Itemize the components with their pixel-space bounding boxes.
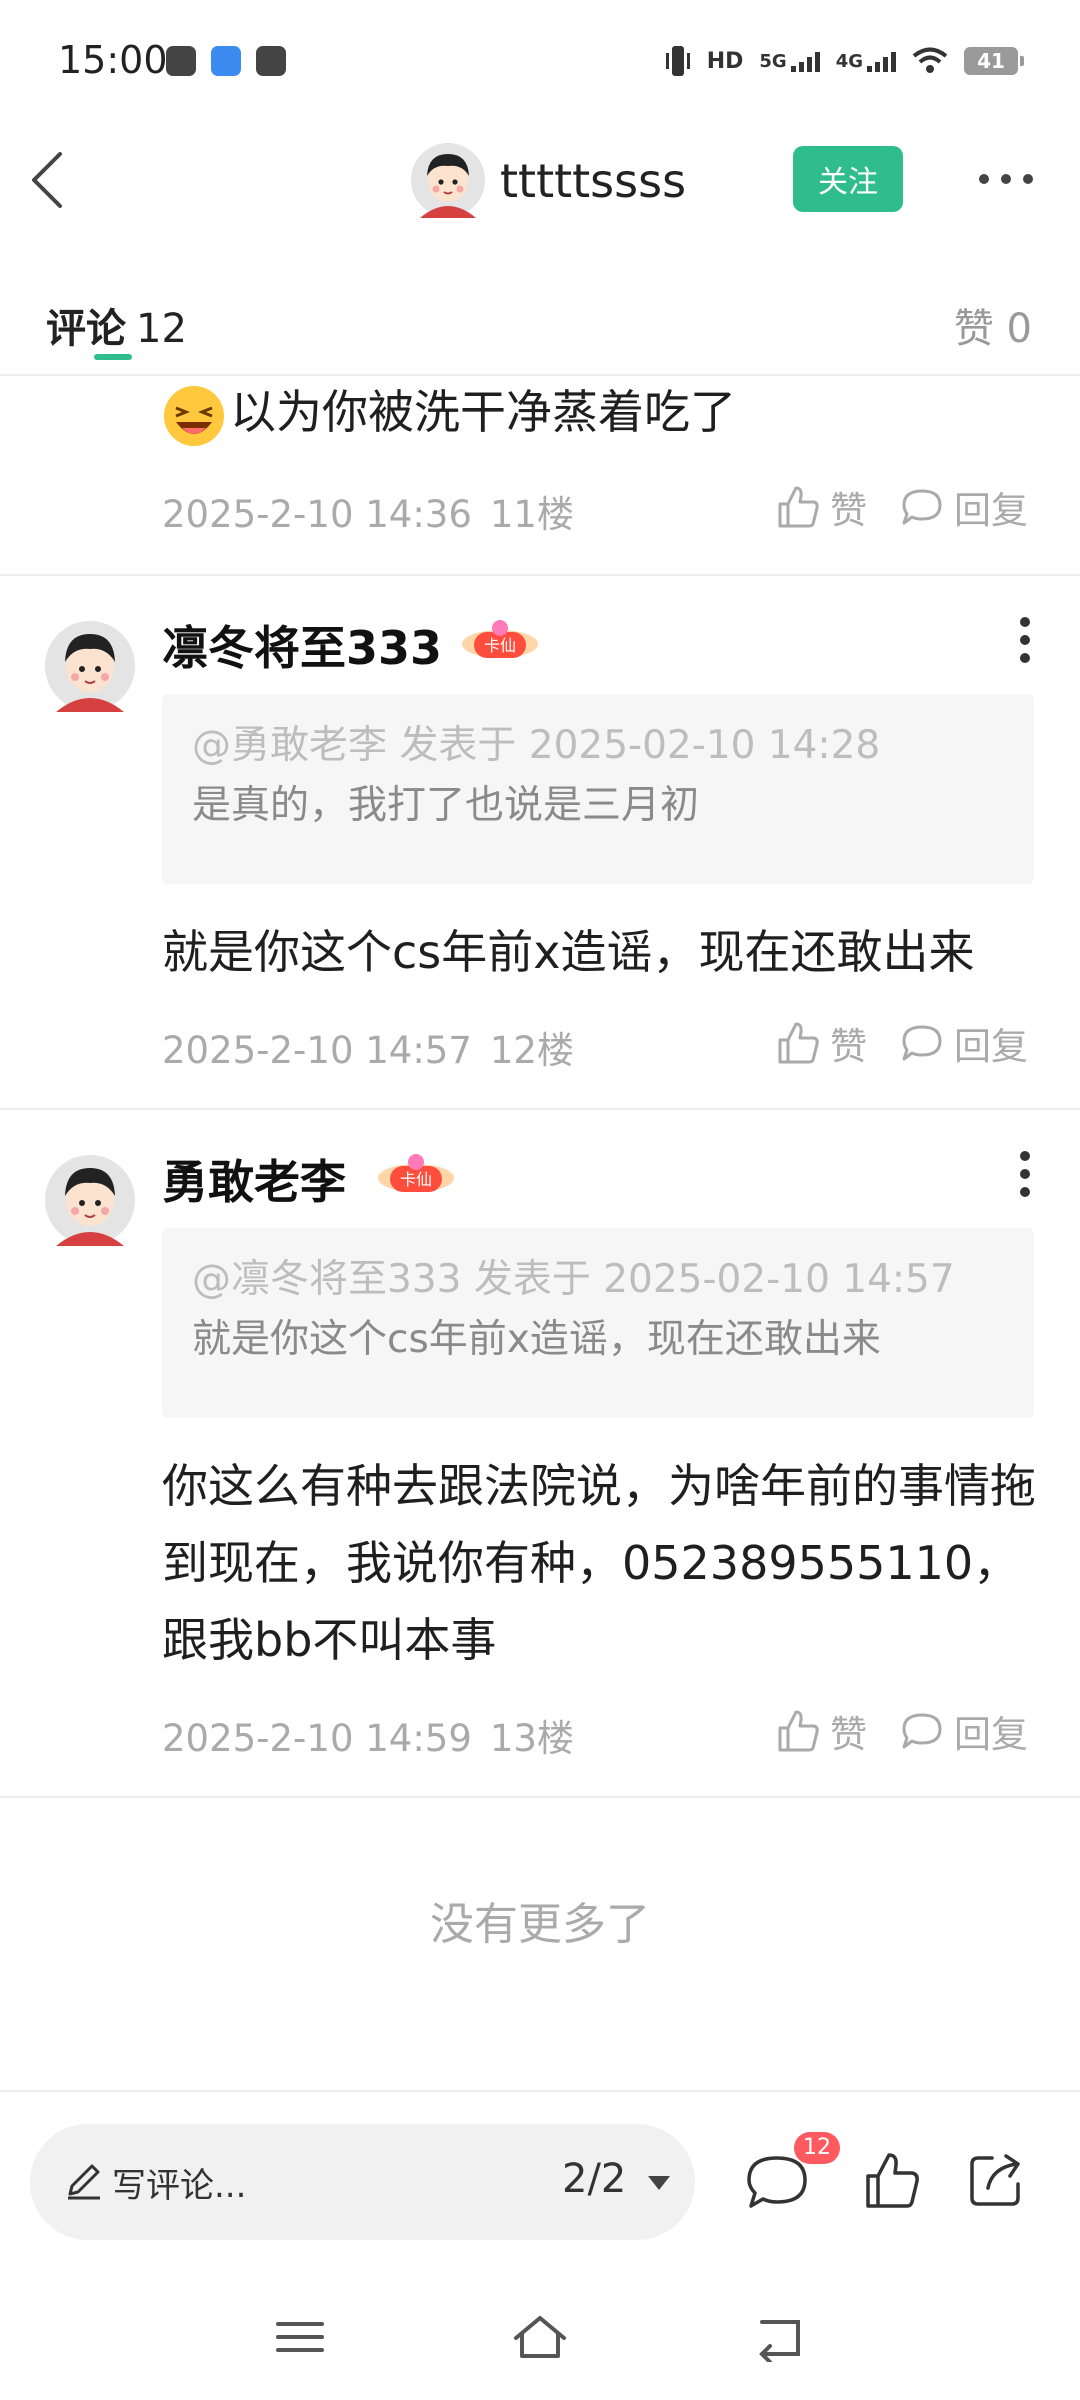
comment-meta: 2025-2-10 14:57 12楼 xyxy=(162,1020,574,1074)
comment-floor: 12楼 xyxy=(489,1029,574,1072)
quote-header: @凛冬将至333 发表于 2025-02-10 14:57 xyxy=(192,1257,955,1302)
reply-button[interactable]: 回复 xyxy=(900,1016,1028,1070)
comment-floor: 11楼 xyxy=(489,493,574,536)
system-nav-bar xyxy=(0,2270,1080,2400)
laughing-emoji-icon xyxy=(164,385,224,446)
comment-author[interactable]: 凛冬将至333 xyxy=(162,612,442,678)
kebab-icon[interactable] xyxy=(1010,1144,1040,1204)
comment-icon[interactable] xyxy=(745,2152,809,2212)
pen-icon xyxy=(68,2164,100,2200)
reply-icon xyxy=(902,1713,942,1749)
signal-5g: 5G xyxy=(759,50,820,72)
net-4g-label: 4G xyxy=(835,50,863,72)
quote-header: @勇敢老李 发表于 2025-02-10 14:28 xyxy=(192,723,881,768)
battery-icon: 41 xyxy=(964,47,1024,75)
comment-time: 2025-2-10 14:57 xyxy=(162,1029,472,1072)
page-indicator[interactable]: 2/2 xyxy=(562,2156,626,2202)
status-bar: 15:00 HD 5G 4G 41 xyxy=(0,0,1080,120)
menu-icon[interactable] xyxy=(270,2312,330,2362)
comment-author[interactable]: 勇敢老李 xyxy=(162,1146,346,1212)
bottom-action-bar: 写评论... 2/2 12 xyxy=(0,2090,1080,2270)
home-icon[interactable] xyxy=(510,2312,570,2362)
reply-label: 回复 xyxy=(954,1025,1028,1068)
caret-down-icon[interactable] xyxy=(646,2174,672,2192)
status-time: 15:00 xyxy=(58,38,168,82)
status-indicators: HD 5G 4G 41 xyxy=(665,42,1024,80)
battery-level: 41 xyxy=(977,49,1005,73)
reply-label: 回复 xyxy=(954,1713,1028,1756)
reply-label: 回复 xyxy=(954,489,1028,532)
like-icon xyxy=(778,1022,819,1064)
kebab-icon[interactable] xyxy=(1010,610,1040,670)
comment-tabs: 评论 12 赞 0 xyxy=(0,280,1080,376)
comment-item: 凛冬将至333 卡仙 @勇敢老李 发表于 2025-02-10 14:28 是真… xyxy=(0,576,1080,1110)
wifi-icon xyxy=(912,47,948,73)
like-label: 赞 xyxy=(830,1713,867,1756)
like-icon xyxy=(778,486,819,528)
comment-text: 你这么有种去跟法院说，为啥年前的事情拖到现在，我说你有种，05238955511… xyxy=(162,1459,1036,1667)
like-label: 赞 xyxy=(830,1025,867,1068)
like-button[interactable]: 赞 xyxy=(776,1016,867,1070)
comment-item: 勇敢老李 卡仙 @凛冬将至333 发表于 2025-02-10 14:57 就是… xyxy=(0,1110,1080,1798)
tab-likes[interactable]: 赞 0 xyxy=(954,296,1032,354)
badge-label: 卡仙 xyxy=(400,1170,432,1189)
quote-text: 是真的，我打了也说是三月初 xyxy=(192,783,700,828)
like-button[interactable]: 赞 xyxy=(776,1704,867,1758)
tab-comments-count: 12 xyxy=(136,306,187,352)
reply-button[interactable]: 回复 xyxy=(900,1704,1028,1758)
comment-count-badge: 12 xyxy=(794,2132,840,2164)
thumbs-up-icon[interactable] xyxy=(864,2150,920,2210)
follow-button[interactable]: 关注 xyxy=(793,146,903,212)
vibrate-icon xyxy=(665,46,690,76)
avatar[interactable] xyxy=(44,620,136,712)
comment-time: 2025-2-10 14:36 xyxy=(162,493,472,536)
net-5g-label: 5G xyxy=(759,50,787,72)
quoted-comment: @勇敢老李 发表于 2025-02-10 14:28 是真的，我打了也说是三月初 xyxy=(162,694,1034,884)
like-button[interactable]: 赞 xyxy=(776,480,867,534)
signal-bars-icon xyxy=(790,50,820,72)
reply-icon xyxy=(902,489,942,525)
signal-bars-icon xyxy=(867,50,896,72)
reply-icon xyxy=(902,1025,942,1061)
avatar[interactable] xyxy=(44,1154,136,1246)
app-notification-icon xyxy=(211,46,241,76)
top-header: tttttssss 关注 xyxy=(0,120,1080,240)
comment-meta: 2025-2-10 14:36 11楼 xyxy=(162,484,574,538)
hd-label: HD xyxy=(706,48,744,74)
share-icon[interactable] xyxy=(966,2150,1026,2210)
like-icon xyxy=(778,1710,819,1752)
compose-placeholder: 写评论... xyxy=(112,2166,247,2206)
back-icon[interactable] xyxy=(26,150,82,210)
comment-text-row: 以为你被洗干净蒸着吃了 xyxy=(162,376,1042,448)
vivo-icon xyxy=(256,46,286,76)
quote-text: 就是你这个cs年前x造谣，现在还敢出来 xyxy=(192,1317,881,1362)
return-icon[interactable] xyxy=(750,2312,810,2362)
level-badge: 卡仙 xyxy=(378,1154,454,1192)
tab-comments[interactable]: 评论 12 xyxy=(46,296,187,354)
reply-button[interactable]: 回复 xyxy=(900,480,1028,534)
more-icon[interactable] xyxy=(976,164,1036,194)
like-label: 赞 xyxy=(830,489,867,532)
comment-compose-box[interactable]: 写评论... 2/2 xyxy=(30,2124,695,2240)
telegram-icon xyxy=(166,46,196,76)
comment-floor: 13楼 xyxy=(489,1717,574,1760)
header-username[interactable]: tttttssss xyxy=(500,154,686,208)
signal-4g: 4G xyxy=(836,50,896,72)
badge-label: 卡仙 xyxy=(484,636,516,655)
comment-time: 2025-2-10 14:59 xyxy=(162,1717,472,1760)
active-tab-indicator xyxy=(94,354,132,360)
avatar[interactable] xyxy=(410,142,486,218)
comment-text: 以为你被洗干净蒸着吃了 xyxy=(230,385,736,439)
quoted-comment: @凛冬将至333 发表于 2025-02-10 14:57 就是你这个cs年前x… xyxy=(162,1228,1034,1418)
comment-item: 以为你被洗干净蒸着吃了 2025-2-10 14:36 11楼 赞 回复 xyxy=(0,376,1080,576)
end-of-list-text: 没有更多了 xyxy=(430,1899,650,1950)
tab-comments-label: 评论 xyxy=(46,306,126,352)
level-badge: 卡仙 xyxy=(462,620,538,658)
comment-meta: 2025-2-10 14:59 13楼 xyxy=(162,1708,574,1762)
comment-text: 就是你这个cs年前x造谣，现在还敢出来 xyxy=(162,925,975,979)
